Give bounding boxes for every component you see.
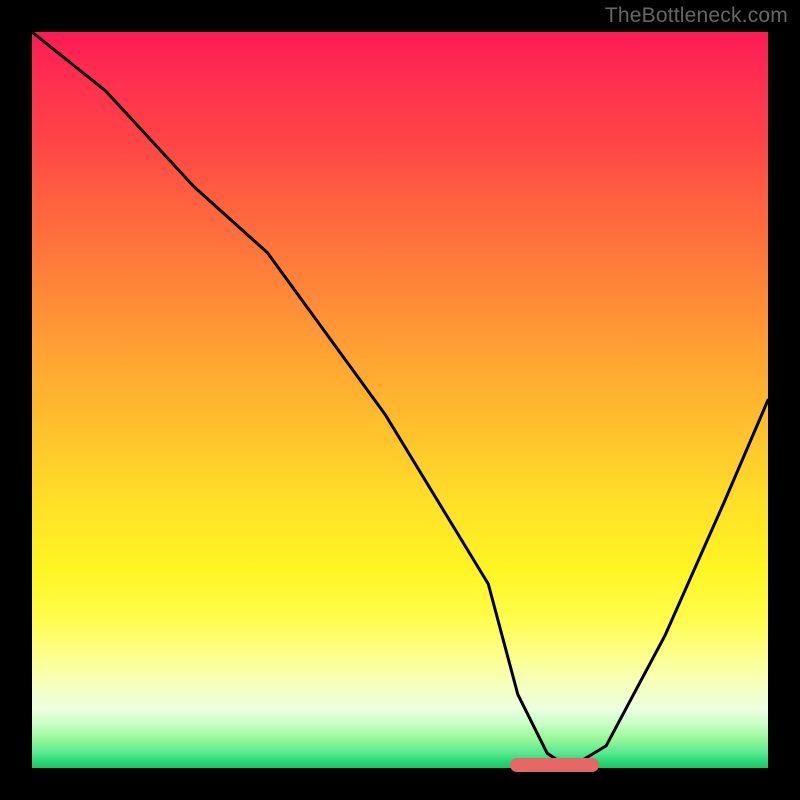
optimal-range-marker <box>510 758 598 772</box>
bottleneck-curve <box>32 32 768 768</box>
chart-plot-area <box>32 32 768 768</box>
watermark-text: TheBottleneck.com <box>605 4 788 28</box>
